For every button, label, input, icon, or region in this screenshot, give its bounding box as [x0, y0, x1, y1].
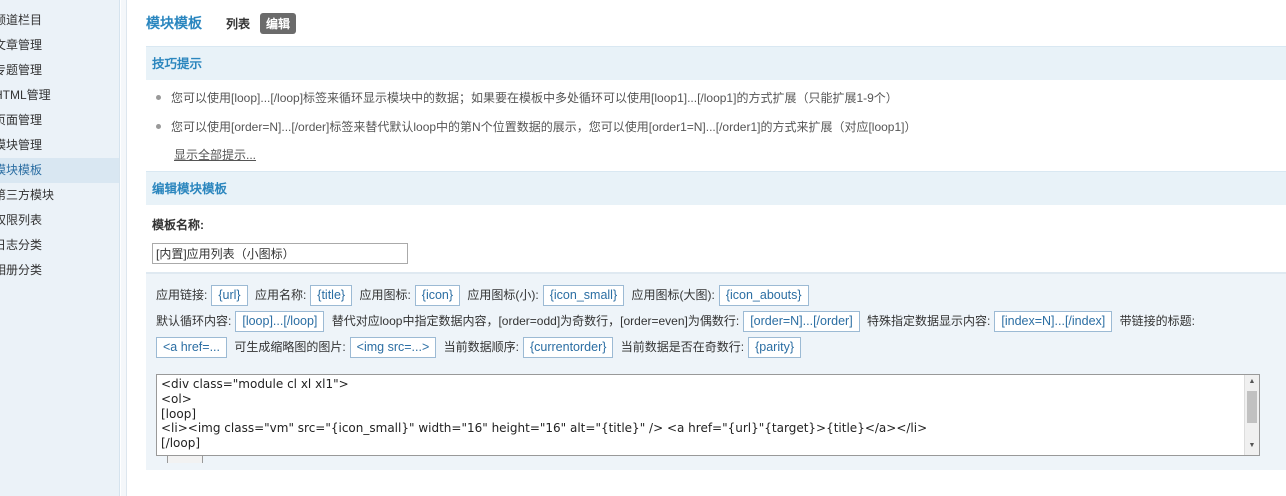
code-line: [loop]: [161, 406, 196, 421]
var-tag-parity[interactable]: {parity}: [748, 337, 802, 358]
var-tag-icon[interactable]: {icon}: [414, 285, 461, 306]
variables-row: <a href=... 可生成缩略图的图片: <img src=...> 当前数据…: [156, 334, 1286, 360]
template-code-editor[interactable]: <div class="module cl xl xl1"> <ol> [loo…: [156, 374, 1260, 463]
sidebar-item-topics[interactable]: 专题管理: [0, 58, 119, 83]
var-label: 应用名称:: [254, 288, 307, 302]
sidebar: 频道栏目 文章管理 专题管理 HTML管理 页面管理 模块管理 模块模板 第三方…: [0, 0, 120, 496]
var-tag-order[interactable]: [order=N]...[/order]: [743, 311, 860, 332]
sidebar-menu: 频道栏目 文章管理 专题管理 HTML管理 页面管理 模块管理 模块模板 第三方…: [0, 0, 119, 283]
var-label: 应用链接:: [156, 288, 208, 302]
template-name-label: 模板名称:: [152, 218, 204, 232]
scroll-up-icon[interactable]: ▲: [1245, 375, 1259, 389]
template-code[interactable]: <div class="module cl xl xl1"> <ol> [loo…: [157, 375, 1259, 453]
var-tag-title[interactable]: {title}: [310, 285, 353, 306]
tips-section-title: 技巧提示: [146, 46, 1286, 80]
sidebar-item-third-party[interactable]: 第三方模块: [0, 183, 119, 208]
sidebar-item-log-categories[interactable]: 日志分类: [0, 233, 119, 258]
sidebar-item-channel[interactable]: 频道栏目: [0, 8, 119, 33]
scroll-thumb[interactable]: [1247, 391, 1257, 423]
sidebar-item-album-categories[interactable]: 相册分类: [0, 258, 119, 283]
var-tag-img[interactable]: <img src=...>: [349, 337, 437, 358]
sidebar-item-pages[interactable]: 页面管理: [0, 108, 119, 133]
code-line: [/loop]: [161, 436, 201, 451]
tip-text: 您可以使用[order=N]...[/order]标签来替代默认loop中的第N…: [171, 120, 917, 134]
var-label: 当前数据顺序:: [443, 340, 519, 354]
submit-button[interactable]: [167, 455, 203, 463]
bullet-icon: [156, 95, 161, 100]
sidebar-item-html[interactable]: HTML管理: [0, 83, 119, 108]
tip-item: 您可以使用[order=N]...[/order]标签来替代默认loop中的第N…: [156, 117, 1286, 146]
var-label: 带链接的标题:: [1119, 314, 1195, 328]
bullet-icon: [156, 124, 161, 129]
var-label: 应用图标(大图):: [631, 288, 715, 302]
var-label: 应用图标:: [359, 288, 411, 302]
var-tag-icon-abouts[interactable]: {icon_abouts}: [718, 285, 809, 306]
var-tag-url[interactable]: {url}: [211, 285, 248, 306]
var-tag-currentorder[interactable]: {currentorder}: [522, 337, 614, 358]
code-line: <li><img class="vm" src="{icon_small}" w…: [161, 421, 928, 436]
tip-item: 您可以使用[loop]...[/loop]标签来循环显示模块中的数据；如果要在模…: [156, 88, 1286, 117]
var-label: 默认循环内容:: [156, 314, 232, 328]
var-label: 特殊指定数据显示内容:: [867, 314, 991, 328]
var-label: 当前数据是否在奇数行:: [620, 340, 745, 354]
tab-list[interactable]: 列表: [226, 15, 250, 32]
variables-row: 应用链接: {url} 应用名称: {title} 应用图标: {icon} 应用图标…: [156, 282, 1286, 308]
var-label: 应用图标(小):: [467, 288, 539, 302]
editor-scrollbar[interactable]: ▲ ▼: [1244, 375, 1259, 455]
code-line: <ol>: [161, 391, 192, 406]
var-label: 替代对应loop中指定数据内容，[order=odd]为奇数行，[order=e…: [331, 314, 740, 328]
var-tag-link[interactable]: <a href=...: [156, 337, 227, 358]
variables-panel: 应用链接: {url} 应用名称: {title} 应用图标: {icon} 应用图标…: [146, 272, 1286, 366]
var-label: 可生成缩略图的图片:: [234, 340, 346, 354]
edit-form: 模板名称:: [146, 205, 1286, 264]
sidebar-item-permissions[interactable]: 权限列表: [0, 208, 119, 233]
edit-section-title: 编辑模块模板: [146, 171, 1286, 205]
var-tag-loop[interactable]: [loop]...[/loop]: [235, 311, 325, 332]
page-header: 模块模板 列表 编辑: [146, 0, 1286, 46]
main-content: 模块模板 列表 编辑 技巧提示 您可以使用[loop]...[/loop]标签来…: [146, 0, 1286, 496]
tips-list: 您可以使用[loop]...[/loop]标签来循环显示模块中的数据；如果要在模…: [146, 80, 1286, 171]
variables-row: 默认循环内容: [loop]...[/loop] 替代对应loop中指定数据内容，…: [156, 308, 1286, 334]
var-tag-icon-small[interactable]: {icon_small}: [542, 285, 625, 306]
sidebar-splitter[interactable]: [121, 0, 127, 496]
show-all-tips-link[interactable]: 显示全部提示...: [156, 146, 256, 163]
code-line: <div class="module cl xl xl1">: [161, 377, 349, 391]
var-tag-index[interactable]: [index=N]...[/index]: [994, 311, 1113, 332]
tip-text: 您可以使用[loop]...[/loop]标签来循环显示模块中的数据；如果要在模…: [171, 91, 898, 105]
template-name-input[interactable]: [152, 243, 408, 264]
page-title: 模块模板: [146, 15, 202, 31]
tab-edit[interactable]: 编辑: [260, 12, 297, 34]
scroll-down-icon[interactable]: ▼: [1245, 439, 1259, 453]
sidebar-item-modules[interactable]: 模块管理: [0, 133, 119, 158]
sidebar-item-articles[interactable]: 文章管理: [0, 33, 119, 58]
editor-wrapper: <div class="module cl xl xl1"> <ol> [loo…: [146, 366, 1286, 470]
scroll-track: [1245, 425, 1259, 439]
sidebar-item-module-templates[interactable]: 模块模板: [0, 158, 119, 183]
